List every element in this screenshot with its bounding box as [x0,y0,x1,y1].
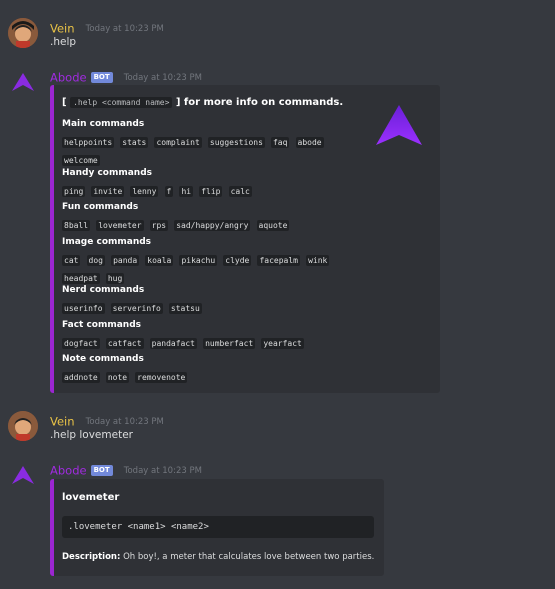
command-code: helppoints [62,137,115,148]
command-code: suggestions [207,137,265,148]
field-name: Note commands [62,354,144,364]
command-code: note [105,372,130,383]
lovemeter-embed: lovemeter .lovemeter <name1> <name2> Des… [50,479,384,576]
help-embed: [ .help <command name> ] for more info o… [50,85,440,393]
description-text: Oh boy!, a meter that calculates love be… [123,552,375,562]
field-name: Fun commands [62,202,139,212]
command-code: pikachu [179,255,218,266]
embed-title: lovemeter [62,492,120,503]
command-code: dog [86,255,105,266]
bot-tag: BOT [90,465,113,476]
command-code: clyde [223,255,252,266]
message-content: .help lovemeter [50,429,133,441]
field-main-commands: Main commands helppoints stats complaint… [62,119,352,168]
command-code: cat [62,255,81,266]
command-code: lovemeter [96,220,144,231]
field-name: Main commands [62,119,145,129]
command-code: lenny [130,186,159,197]
title-code: .help <command name> [70,97,173,108]
command-code: numberfact [203,338,256,349]
command-code: invite [91,186,125,197]
command-code: koala [145,255,174,266]
embed-description: Description: Oh boy!, a meter that calcu… [62,552,374,562]
abode-logo-icon [376,105,422,145]
timestamp: Today at 10:23 PM [123,72,202,83]
command-code: sad/happy/angry [174,220,251,231]
abode-logo-icon[interactable] [8,67,38,97]
command-code: serverinfo [110,303,163,314]
message-content: .help [50,36,77,48]
field-values: helppoints stats complaint suggestions f… [62,132,352,168]
command-code: aquote [256,220,290,231]
field-values: 8ball lovemeter rps sad/happy/angry aquo… [62,215,352,233]
author-name[interactable]: Vein [50,415,75,429]
field-name: Fact commands [62,320,142,330]
vein-avatar[interactable] [8,411,38,441]
field-name: Nerd commands [62,285,145,295]
bot-tag: BOT [90,72,113,83]
field-note-commands: Note commands addnote note removenote [62,354,352,385]
command-code: headpat [62,273,100,284]
field-name: Handy commands [62,168,153,178]
field-name: Image commands [62,237,152,247]
field-values: ping invite lenny f hi flip calc [62,181,352,199]
author-name[interactable]: Vein [50,22,75,36]
command-code: removenote [135,372,188,383]
command-code: pandafact [149,338,197,349]
command-code: dogfact [62,338,100,349]
field-values: dogfact catfact pandafact numberfact yea… [62,333,352,351]
command-code: abode [295,137,324,148]
field-values: cat dog panda koala pikachu clyde facepa… [62,250,352,286]
author-name[interactable]: Abode [50,464,87,478]
field-fun-commands: Fun commands 8ball lovemeter rps sad/hap… [62,202,352,233]
field-image-commands: Image commands cat dog panda koala pikac… [62,237,352,286]
command-code: panda [111,255,140,266]
command-code: catfact [105,338,144,349]
command-code: hi [179,186,194,197]
command-code: ping [62,186,86,197]
command-code: facepalm [257,255,300,266]
command-code: stats [120,137,149,148]
field-nerd-commands: Nerd commands userinfo serverinfo statsu [62,285,352,316]
title-suffix: ] for more info on commands. [175,97,344,108]
command-code: userinfo [62,303,105,314]
command-code: 8ball [62,220,91,231]
command-code: addnote [62,372,100,383]
command-code: wink [306,255,330,266]
command-code: hug [105,273,125,284]
command-code: f [164,186,174,197]
timestamp: Today at 10:23 PM [123,465,202,476]
command-code: statsu [168,303,202,314]
timestamp: Today at 10:23 PM [85,416,164,427]
command-code: rps [149,220,169,231]
command-code: yearfact [261,338,304,349]
command-code: welcome [62,155,100,166]
command-code: faq [270,137,290,148]
field-values: userinfo serverinfo statsu [62,298,352,316]
author-name[interactable]: Abode [50,71,87,85]
field-handy-commands: Handy commands ping invite lenny f hi fl… [62,168,352,199]
command-code: calc [228,186,252,197]
embed-title: [ .help <command name> ] for more info o… [62,97,343,108]
command-code: flip [199,186,223,197]
vein-avatar[interactable] [8,18,38,48]
field-fact-commands: Fact commands dogfact catfact pandafact … [62,320,352,351]
usage-codeblock: .lovemeter <name1> <name2> [62,516,374,538]
description-label: Description: [62,552,121,562]
title-prefix: [ [62,97,67,108]
command-code: complaint [154,137,202,148]
timestamp: Today at 10:23 PM [85,23,164,34]
field-values: addnote note removenote [62,367,352,385]
abode-logo-icon[interactable] [8,460,38,490]
